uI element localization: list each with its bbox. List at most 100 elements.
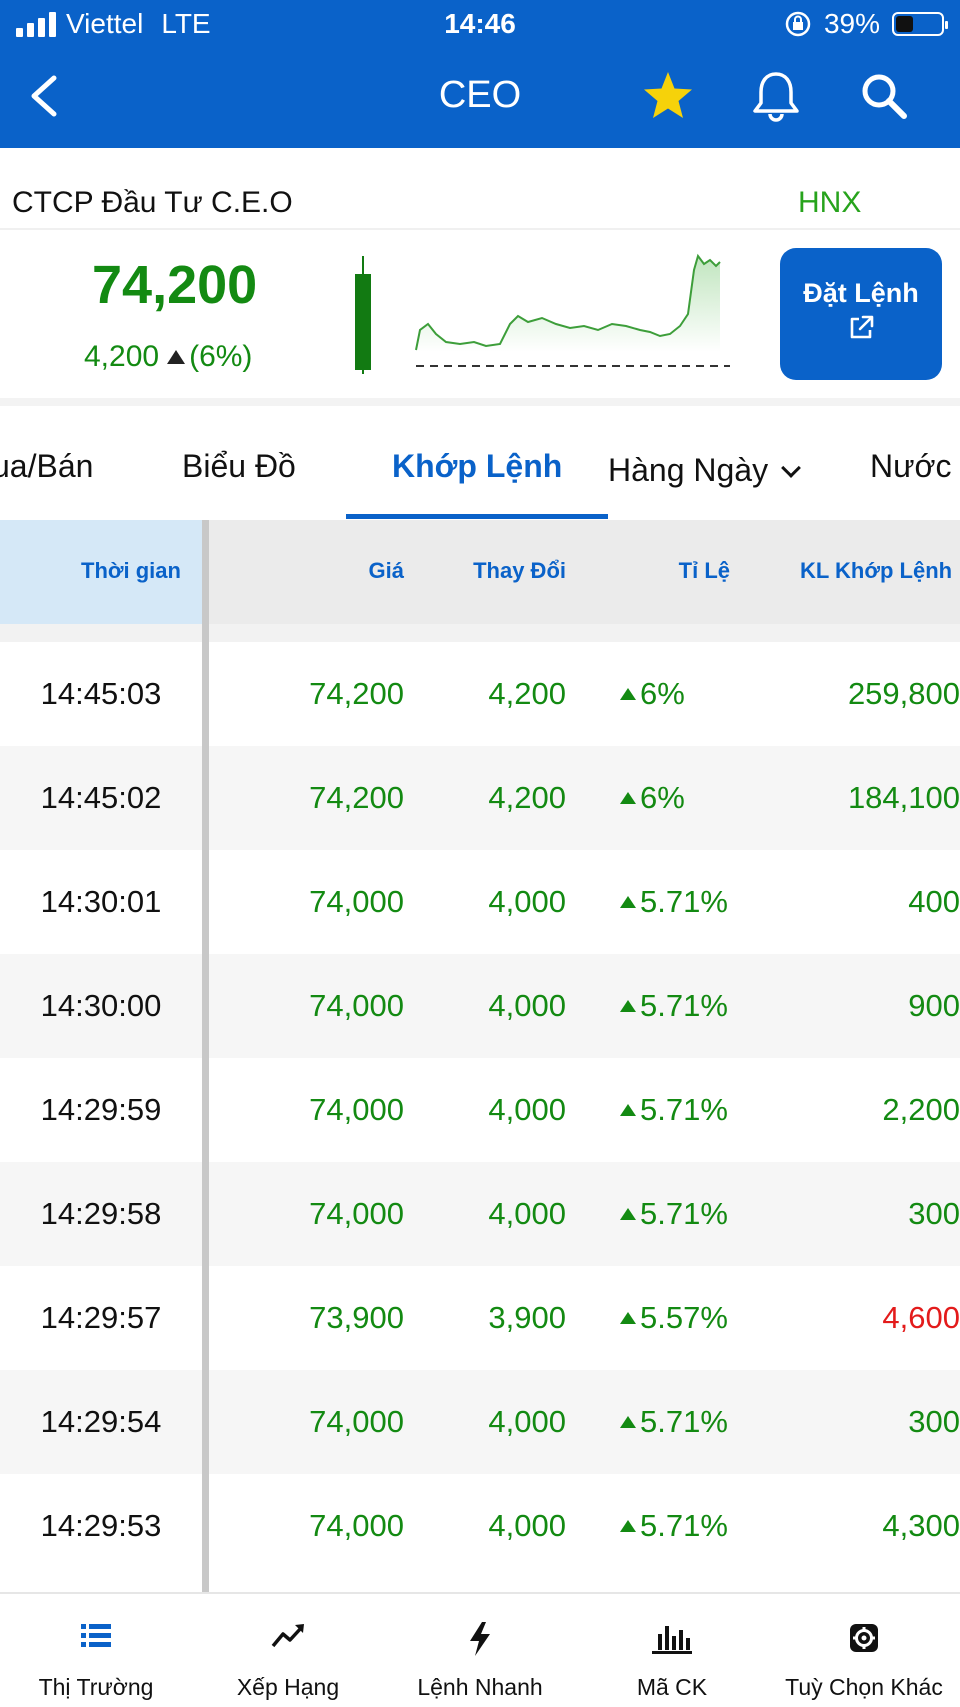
cell-change: 3,900 <box>488 1300 566 1335</box>
nav-quick-order-label: Lệnh Nhanh <box>417 1674 543 1700</box>
tab-foreign[interactable]: Nước <box>870 448 952 485</box>
tab-buy-sell[interactable]: ua/Bán <box>0 448 93 485</box>
intraday-mini-chart[interactable] <box>350 250 740 380</box>
status-bar: Viettel LTE 14:46 39% <box>0 0 960 48</box>
cell-ratio-value: 5.71% <box>640 1404 728 1439</box>
status-right: 39% <box>784 8 948 40</box>
cell-volume: 4,300 <box>882 1508 960 1543</box>
current-price: 74,200 <box>92 255 258 315</box>
cell-volume: 4,600 <box>882 1300 960 1335</box>
app-header: Viettel LTE 14:46 39% CEO <box>0 0 960 148</box>
table-row[interactable]: 14:45:02 74,200 4,200 6% 184,100 <box>0 746 960 850</box>
up-arrow-icon <box>620 1208 636 1220</box>
frozen-column-divider <box>202 520 209 1592</box>
back-icon[interactable] <box>22 70 70 122</box>
cell-price: 74,000 <box>309 1404 404 1439</box>
place-order-button[interactable]: Đặt Lệnh <box>780 248 942 380</box>
divider <box>0 228 960 230</box>
section-separator <box>0 398 960 406</box>
cell-volume: 300 <box>908 1196 960 1231</box>
cell-change: 4,200 <box>488 676 566 711</box>
cell-ratio-value: 5.57% <box>640 1300 728 1335</box>
cell-time: 14:29:59 <box>40 1092 162 1127</box>
cell-change: 4,000 <box>488 1508 566 1543</box>
nav-more-options[interactable]: Tuỳ Chọn Khác <box>768 1594 960 1707</box>
tab-bar: ua/Bán Biểu Đồ Khớp Lệnh Hàng Ngày Nước <box>0 410 960 520</box>
cell-ratio: 6% <box>620 676 685 712</box>
cell-time: 14:30:00 <box>40 988 162 1023</box>
nav-market[interactable]: Thị Trường <box>0 1594 192 1707</box>
change-value: 4,200 <box>84 340 160 373</box>
table-row[interactable]: 14:30:00 74,000 4,000 5.71% 900 <box>0 954 960 1058</box>
cell-time: 14:29:53 <box>40 1508 162 1543</box>
cell-ratio: 5.71% <box>620 884 728 920</box>
cell-ratio-value: 5.71% <box>640 988 728 1023</box>
header-volume[interactable]: KL Khớp Lệnh <box>800 558 952 584</box>
nav-more-options-label: Tuỳ Chọn Khác <box>785 1674 943 1700</box>
up-arrow-icon <box>620 1520 636 1532</box>
cell-ratio: 5.71% <box>620 1508 728 1544</box>
cell-volume: 259,800 <box>847 676 960 711</box>
table-row[interactable]: 14:29:58 74,000 4,000 5.71% 300 <box>0 1162 960 1266</box>
trend-icon <box>271 1624 304 1648</box>
exchange-label: HNX <box>798 186 862 219</box>
table-row[interactable]: 14:29:57 73,900 3,900 5.57% 4,600 <box>0 1266 960 1370</box>
cell-ratio: 5.71% <box>620 1092 728 1128</box>
table-row[interactable]: 14:29:59 74,000 4,000 5.71% 2,200 <box>0 1058 960 1162</box>
external-link-icon <box>850 315 874 339</box>
cell-price: 73,900 <box>309 1300 404 1335</box>
rotation-lock-icon <box>785 11 811 37</box>
price-change: 4,200 (6%) <box>84 340 252 374</box>
cell-time: 14:30:01 <box>40 884 162 919</box>
cell-time: 14:45:03 <box>40 676 162 711</box>
cell-change: 4,200 <box>488 780 566 815</box>
nav-stock-code-label: Mã CK <box>636 1674 708 1700</box>
up-arrow-icon <box>620 1312 636 1324</box>
chevron-down-icon <box>781 458 801 478</box>
tab-chart[interactable]: Biểu Đồ <box>182 448 296 485</box>
nav-quick-order[interactable]: Lệnh Nhanh <box>384 1594 576 1707</box>
cell-volume: 184,100 <box>847 780 960 815</box>
page-title: CEO <box>438 74 522 116</box>
table-row[interactable]: 14:29:54 74,000 4,000 5.71% 300 <box>0 1370 960 1474</box>
nav-ranking[interactable]: Xếp Hạng <box>192 1594 384 1707</box>
up-arrow-icon <box>620 688 636 700</box>
battery-icon <box>892 12 948 36</box>
tab-daily[interactable]: Hàng Ngày <box>608 452 801 489</box>
cell-volume: 400 <box>908 884 960 919</box>
tab-matched-orders[interactable]: Khớp Lệnh <box>392 448 562 485</box>
cell-ratio-value: 6% <box>640 676 685 711</box>
nav-stock-code[interactable]: Mã CK <box>576 1594 768 1707</box>
nav-bar: CEO <box>0 56 960 136</box>
cell-ratio-value: 5.71% <box>640 884 728 919</box>
cell-price: 74,200 <box>309 780 404 815</box>
battery-percent: 39% <box>823 8 880 39</box>
cell-change: 4,000 <box>488 1404 566 1439</box>
signal-icon <box>16 11 56 37</box>
star-icon[interactable] <box>640 70 696 122</box>
cell-ratio-value: 5.71% <box>640 1092 728 1127</box>
up-arrow-icon <box>620 1000 636 1012</box>
up-arrow-icon <box>167 350 186 364</box>
bell-icon[interactable] <box>748 70 804 122</box>
tab-daily-label: Hàng Ngày <box>608 452 769 488</box>
header-change[interactable]: Thay Đổi <box>473 558 566 584</box>
up-arrow-icon <box>620 896 636 908</box>
table-row[interactable]: 14:45:03 74,200 4,200 6% 259,800 <box>0 642 960 746</box>
header-time[interactable]: Thời gian <box>81 558 181 584</box>
list-icon <box>81 1624 111 1647</box>
up-arrow-icon <box>620 1416 636 1428</box>
cell-volume: 300 <box>908 1404 960 1439</box>
search-icon[interactable] <box>858 70 910 122</box>
trade-list[interactable]: 14:45:03 74,200 4,200 6% 259,800 14:45:02 74,2… <box>0 642 960 1578</box>
active-tab-indicator <box>346 514 608 519</box>
cell-ratio: 5.71% <box>620 1196 728 1232</box>
table-row[interactable]: 14:30:01 74,000 4,000 5.71% 400 <box>0 850 960 954</box>
cell-ratio: 5.71% <box>620 988 728 1024</box>
company-name: CTCP Đầu Tư C.E.O <box>12 186 293 219</box>
table-row[interactable]: 14:29:53 74,000 4,000 5.71% 4,300 <box>0 1474 960 1578</box>
header-price[interactable]: Giá <box>369 558 404 584</box>
bottom-nav: Thị Trường Xếp Hạng Lệnh Nhanh Mã CK Tuỳ… <box>0 1592 960 1707</box>
header-ratio[interactable]: Tỉ Lệ <box>679 558 730 584</box>
cell-price: 74,000 <box>309 1508 404 1543</box>
